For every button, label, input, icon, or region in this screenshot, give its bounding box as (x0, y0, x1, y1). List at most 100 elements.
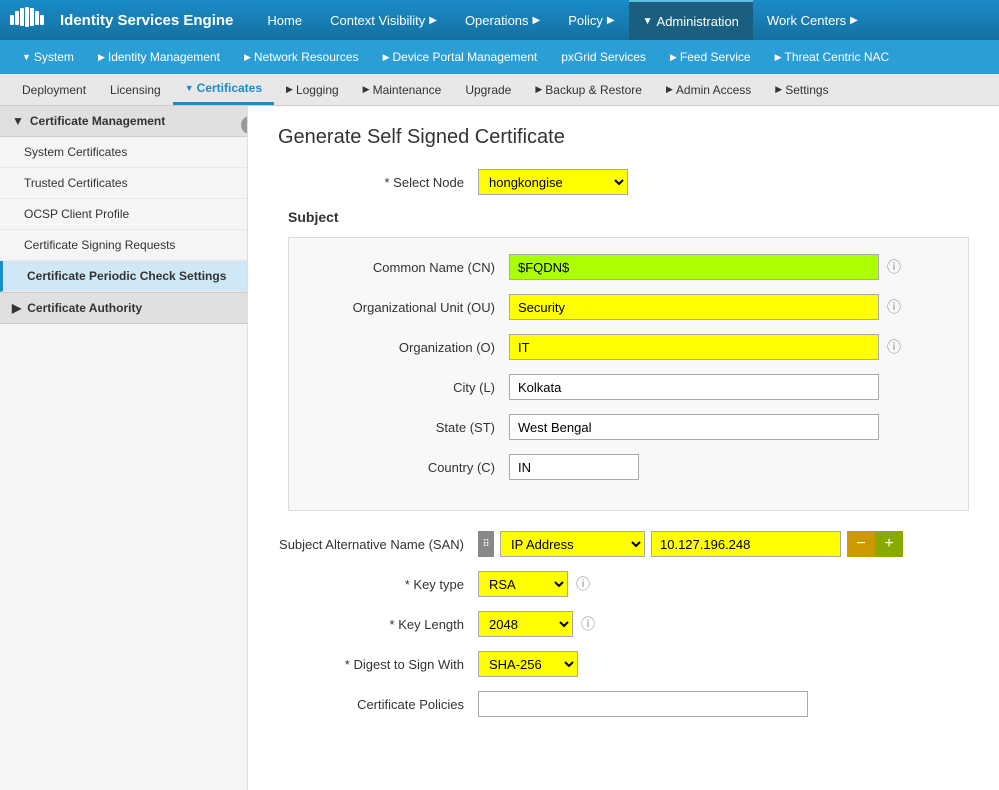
digest-dropdown[interactable]: SHA-256 SHA-384 SHA-512 (478, 651, 578, 677)
city-group: City (L) (309, 374, 948, 400)
select-node-dropdown[interactable]: hongkongise (478, 169, 628, 195)
cert-policies-label: Certificate Policies (278, 697, 478, 712)
cisco-logo (10, 6, 50, 34)
sidebar-cert-management-header[interactable]: ▼ Certificate Management (0, 106, 247, 137)
tab-upgrade[interactable]: Upgrade (453, 74, 523, 105)
nav-policy-arrow: ▶ (607, 15, 615, 26)
nav2-identity-arrow: ▶ (98, 52, 105, 63)
san-remove-button[interactable]: − (847, 531, 875, 557)
tab-admin-access[interactable]: ▶ Admin Access (654, 74, 763, 105)
nav2-network[interactable]: ▶ Network Resources (232, 40, 371, 74)
common-name-info-icon[interactable]: ⓘ (887, 257, 901, 277)
tab-settings[interactable]: ▶ Settings (763, 74, 840, 105)
nav-policy[interactable]: Policy ▶ (554, 0, 628, 40)
subject-section: Subject Common Name (CN) ⓘ Organizationa… (278, 209, 969, 511)
san-add-button[interactable]: + (875, 531, 903, 557)
cert-policies-input[interactable] (478, 691, 808, 717)
nav2-system-arrow: ▼ (22, 52, 31, 62)
common-name-group: Common Name (CN) ⓘ (309, 254, 948, 280)
key-length-group: * Key Length 512 1024 2048 4096 ⓘ (278, 611, 969, 637)
org-label: Organization (O) (309, 340, 509, 355)
page-title: Generate Self Signed Certificate (278, 126, 969, 149)
key-type-info-icon[interactable]: ⓘ (576, 574, 590, 594)
org-unit-info-icon[interactable]: ⓘ (887, 297, 901, 317)
org-info-icon[interactable]: ⓘ (887, 337, 901, 357)
san-value-input[interactable] (651, 531, 841, 557)
tab-admin-arrow: ▶ (666, 84, 673, 95)
nav-context-visibility-arrow: ▶ (429, 15, 437, 26)
nav-work-centers[interactable]: Work Centers ▶ (753, 0, 872, 40)
state-label: State (ST) (309, 420, 509, 435)
org-unit-label: Organizational Unit (OU) (309, 300, 509, 315)
digest-group: * Digest to Sign With SHA-256 SHA-384 SH… (278, 651, 969, 677)
nav-administration[interactable]: ▼ Administration (629, 0, 753, 40)
tab-maintenance[interactable]: ▶ Maintenance (351, 74, 454, 105)
common-name-input[interactable] (509, 254, 879, 280)
nav2-feed-service[interactable]: ▶ Feed Service (658, 40, 763, 74)
tab-backup[interactable]: ▶ Backup & Restore (523, 74, 654, 105)
city-label: City (L) (309, 380, 509, 395)
third-navigation: Deployment Licensing ▼ Certificates ▶ Lo… (0, 74, 999, 106)
sidebar-item-trusted-certs[interactable]: Trusted Certificates (0, 168, 247, 199)
digest-label: * Digest to Sign With (278, 657, 478, 672)
key-type-group: * Key type RSA ECDSA ⓘ (278, 571, 969, 597)
san-group: Subject Alternative Name (SAN) ⠿ IP Addr… (278, 531, 969, 557)
country-input[interactable] (509, 454, 639, 480)
tab-logging[interactable]: ▶ Logging (274, 74, 351, 105)
san-buttons: − + (847, 531, 903, 557)
key-length-info-icon[interactable]: ⓘ (581, 614, 595, 634)
tab-cert-arrow: ▼ (185, 83, 194, 93)
nav2-device-portal[interactable]: ▶ Device Portal Management (371, 40, 550, 74)
san-row: ⠿ IP Address DNS Email URI − + (478, 531, 903, 557)
common-name-label: Common Name (CN) (309, 260, 509, 275)
nav2-identity[interactable]: ▶ Identity Management (86, 40, 232, 74)
subject-title: Subject (288, 209, 969, 225)
sidebar-cert-authority-header[interactable]: ▶ Certificate Authority (0, 292, 247, 324)
san-label: Subject Alternative Name (SAN) (278, 537, 478, 552)
key-type-dropdown[interactable]: RSA ECDSA (478, 571, 568, 597)
tab-maintenance-arrow: ▶ (363, 84, 370, 95)
main-layout: ◀ ▼ Certificate Management System Certif… (0, 106, 999, 790)
tab-logging-arrow: ▶ (286, 84, 293, 95)
top-navigation: Identity Services Engine Home Context Vi… (0, 0, 999, 40)
sidebar-item-ocsp[interactable]: OCSP Client Profile (0, 199, 247, 230)
nav2-pxgrid[interactable]: pxGrid Services (549, 40, 658, 74)
sidebar-item-csr[interactable]: Certificate Signing Requests (0, 230, 247, 261)
nav2-network-arrow: ▶ (244, 52, 251, 63)
app-title: Identity Services Engine (60, 12, 233, 29)
select-node-label: * Select Node (278, 175, 478, 190)
nav-home[interactable]: Home (253, 0, 316, 40)
city-input[interactable] (509, 374, 879, 400)
cert-policies-group: Certificate Policies (278, 691, 969, 717)
nav2-threat-arrow: ▶ (775, 52, 782, 63)
sidebar-cert-mgmt-arrow: ▼ (12, 114, 24, 128)
sidebar-item-periodic-check[interactable]: Certificate Periodic Check Settings (0, 261, 247, 292)
san-drag-handle[interactable]: ⠿ (478, 531, 494, 557)
select-node-group: * Select Node hongkongise (278, 169, 969, 195)
nav-work-centers-arrow: ▶ (850, 15, 858, 26)
nav2-feed-arrow: ▶ (670, 52, 677, 63)
sidebar-cert-auth-arrow: ▶ (12, 301, 21, 315)
nav2-device-portal-arrow: ▶ (383, 52, 390, 63)
key-length-label: * Key Length (278, 617, 478, 632)
nav2-system[interactable]: ▼ System (10, 40, 86, 74)
nav-operations[interactable]: Operations ▶ (451, 0, 554, 40)
org-unit-input[interactable] (509, 294, 879, 320)
key-length-dropdown[interactable]: 512 1024 2048 4096 (478, 611, 573, 637)
org-input[interactable] (509, 334, 879, 360)
nav2-threat-centric[interactable]: ▶ Threat Centric NAC (763, 40, 902, 74)
tab-certificates[interactable]: ▼ Certificates (173, 74, 274, 105)
tab-deployment[interactable]: Deployment (10, 74, 98, 105)
nav-operations-arrow: ▶ (533, 15, 541, 26)
nav-administration-arrow: ▼ (643, 16, 653, 27)
tab-settings-arrow: ▶ (775, 84, 782, 95)
country-label: Country (C) (309, 460, 509, 475)
tab-backup-arrow: ▶ (535, 84, 542, 95)
subject-box: Common Name (CN) ⓘ Organizational Unit (… (288, 237, 969, 511)
tab-licensing[interactable]: Licensing (98, 74, 173, 105)
state-input[interactable] (509, 414, 879, 440)
sidebar-item-system-certs[interactable]: System Certificates (0, 137, 247, 168)
san-type-dropdown[interactable]: IP Address DNS Email URI (500, 531, 645, 557)
sidebar: ◀ ▼ Certificate Management System Certif… (0, 106, 248, 790)
nav-context-visibility[interactable]: Context Visibility ▶ (316, 0, 451, 40)
